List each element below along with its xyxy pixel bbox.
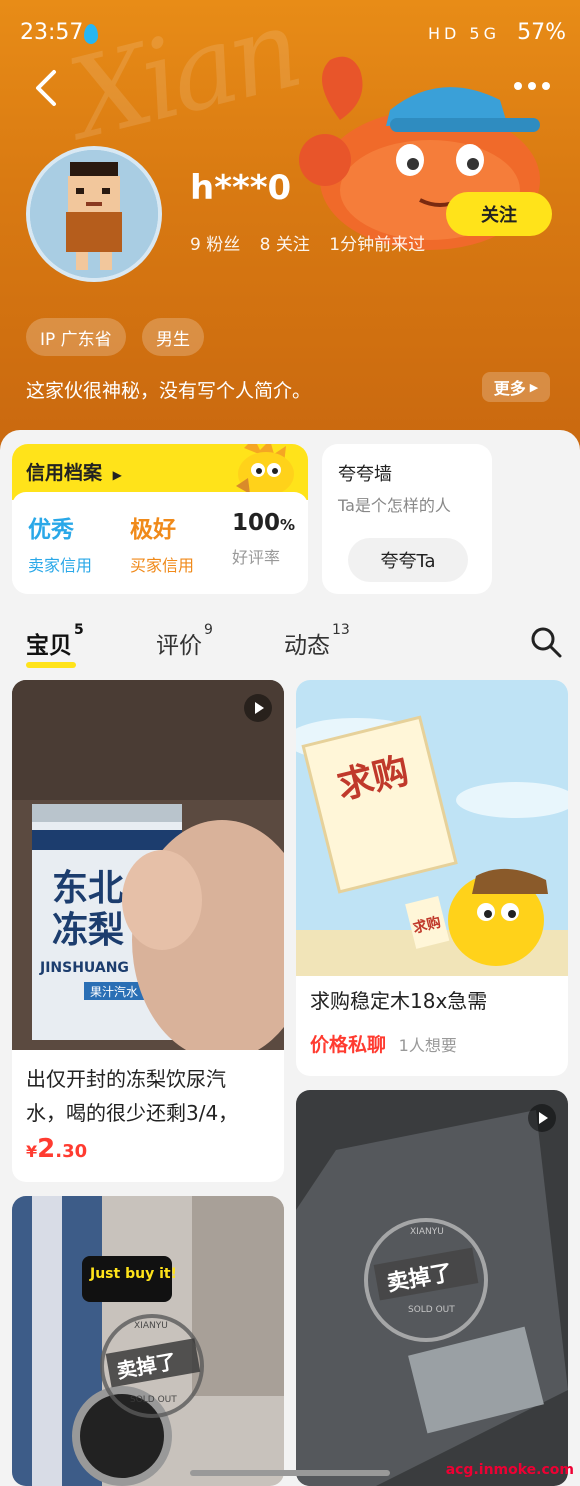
tab-items-label: 宝贝 [26, 633, 72, 659]
sold-stamp-sub: SOLD OUT [130, 1395, 177, 1405]
can-flavor: 果汁汽水 [90, 984, 138, 999]
gender-tag: 男生 [142, 318, 204, 356]
price-negotiable: 价格私聊 [310, 1034, 387, 1056]
ip-location-tag: IP 广东省 [26, 318, 126, 356]
fans-count[interactable]: 9 粉丝 [190, 235, 240, 255]
product-price: 价格私聊 1人想要 [310, 1030, 457, 1057]
status-bar: 23:57 HD 5G 57% [0, 0, 580, 70]
buyer-credit: 极好 买家信用 [130, 510, 194, 576]
praise-button[interactable]: 夸夸Ta [348, 538, 468, 582]
product-card[interactable]: 东北 冻梨 JINSHUANG 果汁汽水 出仅开封的冻梨饮尿汽 水，喝的很少还剩… [12, 680, 284, 1182]
back-arrow-icon[interactable] [30, 68, 66, 108]
last-seen: 1分钟前来过 [329, 235, 426, 255]
tab-activity[interactable]: 动态13 [284, 622, 350, 660]
product-title-line1: 出仅开封的冻梨饮尿汽 [26, 1067, 226, 1091]
profile-stats: 9 粉丝 8 关注 1分钟前来过 [190, 230, 439, 255]
chevron-right-icon: ▶ [529, 380, 539, 394]
praise-wall-card[interactable]: 夸夸墙 Ta是个怎样的人 夸夸Ta [322, 444, 492, 594]
more-options-icon[interactable] [512, 74, 552, 98]
search-icon[interactable] [530, 626, 562, 658]
percent-sign: % [280, 516, 296, 534]
bio-text: 这家伙很神秘，没有写个人简介。 [26, 380, 312, 402]
credit-title: 信用档案 ▶ [26, 458, 122, 485]
chevron-right-icon: ▶ [112, 468, 122, 482]
tab-items[interactable]: 宝贝5 [26, 622, 84, 668]
seller-credit-label: 卖家信用 [28, 556, 93, 575]
buyer-credit-value: 极好 [130, 517, 176, 543]
clock: 23:57 [20, 20, 84, 45]
product-image-drink-can: 东北 冻梨 JINSHUANG 果汁汽水 [12, 680, 284, 1050]
sold-box-image: XIANYU 卖掉了 SOLD OUT [296, 1090, 568, 1486]
product-title: 求购稳定木18x急需 [310, 989, 488, 1013]
price-decimal: .30 [55, 1141, 88, 1162]
tab-reviews-count: 9 [204, 622, 213, 638]
follow-button[interactable]: 关注 [446, 192, 552, 236]
can-text-1: 东北 [52, 868, 124, 909]
product-title: 出仅开封的冻梨饮尿汽 水，喝的很少还剩3/4， [26, 1062, 238, 1130]
praise-subtitle: Ta是个怎样的人 [338, 496, 451, 515]
positive-rate: 100% 好评率 [232, 510, 295, 568]
product-title-line2: 水，喝的很少还剩3/4， [26, 1101, 239, 1125]
notification-drop-icon [84, 24, 98, 44]
more-label: 更多 [493, 379, 526, 398]
tab-reviews[interactable]: 评价9 [156, 622, 213, 660]
credit-metrics: 优秀 卖家信用 极好 买家信用 100% 好评率 [12, 492, 308, 594]
buyer-credit-label: 买家信用 [130, 556, 195, 575]
video-play-icon [528, 1104, 556, 1132]
product-card[interactable]: XIANYU 卖掉了 SOLD OUT [296, 1090, 568, 1486]
price-integer: 2 [37, 1134, 56, 1164]
signal-icon: HD 5G [427, 24, 500, 43]
seller-credit-value: 优秀 [28, 517, 74, 543]
credit-title-text: 信用档案 [26, 462, 103, 484]
sold-stamp-sub: SOLD OUT [408, 1305, 455, 1315]
product-card[interactable]: 求购 求购 求购稳定木18x急需 价格私聊 1人想要 [296, 680, 568, 1076]
product-card[interactable]: Just buy it! XIANYU 卖掉了 SOLD OUT [12, 1196, 284, 1486]
more-button[interactable]: 更多 ▶ [482, 372, 550, 402]
praise-title: 夸夸墙 [338, 464, 392, 485]
status-icons: HD 5G [428, 24, 500, 43]
can-text-2: 冻梨 [52, 910, 124, 951]
sticker-text: Just buy it! [89, 1266, 177, 1282]
currency-symbol: ¥ [26, 1142, 38, 1161]
product-price: ¥2.30 [26, 1134, 87, 1164]
credit-card[interactable]: 信用档案 ▶ 优秀 卖家信用 极好 买家信用 100% 好评率 [12, 444, 308, 594]
wanted-banner-image: 求购 求购 [296, 680, 568, 976]
tab-activity-label: 动态 [284, 633, 330, 659]
following-count[interactable]: 8 关注 [260, 235, 310, 255]
can-brand: JINSHUANG [39, 960, 129, 976]
stamp-top-text: XIANYU [410, 1227, 444, 1237]
username: h***0 [190, 168, 292, 208]
seller-credit: 优秀 卖家信用 [28, 510, 92, 576]
tab-items-count: 5 [74, 622, 84, 638]
pixel-character-avatar [30, 150, 158, 278]
sold-watch-image: Just buy it! XIANYU 卖掉了 SOLD OUT [12, 1196, 284, 1486]
watermark: acg.inmoke.com [445, 1462, 574, 1478]
home-indicator[interactable] [190, 1470, 390, 1476]
want-count: 1人想要 [398, 1036, 457, 1055]
positive-rate-label: 好评率 [232, 548, 281, 567]
battery-level: 57% [517, 20, 566, 45]
avatar[interactable] [26, 146, 162, 282]
stamp-top-text: XIANYU [134, 1321, 168, 1331]
positive-rate-value: 100 [232, 510, 281, 536]
profile-content: 信用档案 ▶ 优秀 卖家信用 极好 买家信用 100% 好评率 夸夸墙 Ta是个… [0, 430, 580, 1486]
tab-reviews-label: 评价 [156, 633, 202, 659]
tab-activity-count: 13 [332, 622, 350, 638]
video-play-icon [244, 694, 272, 722]
content-tabs: 宝贝5 评价9 动态13 [0, 622, 580, 676]
profile-header: Xian 23:57 HD 5G 57% h***0 9 粉丝 8 关注 1分钟… [0, 0, 580, 460]
